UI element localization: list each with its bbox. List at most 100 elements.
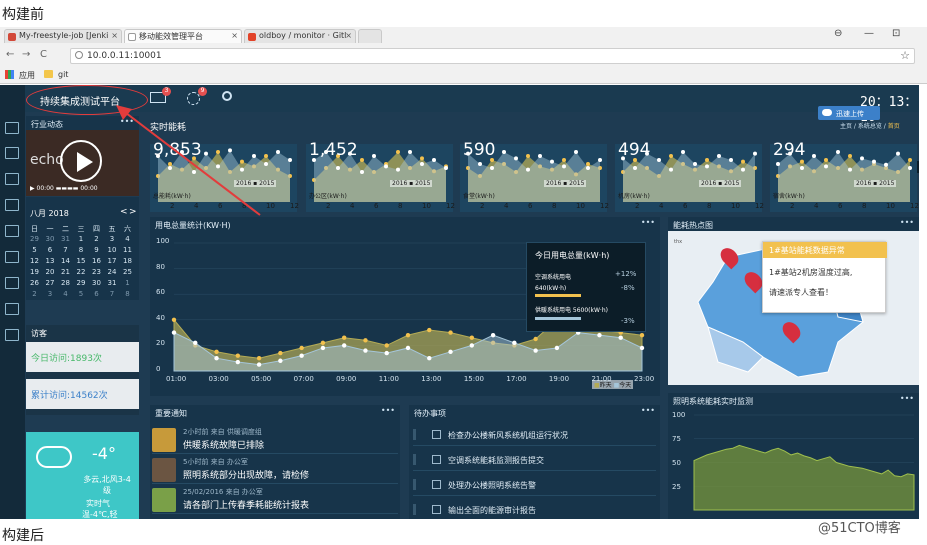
calendar-day[interactable]: 9 (90, 246, 103, 254)
video-controls[interactable]: ▶ 00:00 ▬▬▬▬ 00:00 (30, 185, 98, 192)
upload-button[interactable]: 迅速上传 (818, 106, 880, 120)
todo-checkbox[interactable] (432, 455, 441, 464)
grid-icon[interactable] (5, 173, 19, 185)
calendar-day[interactable]: 10 (106, 246, 119, 254)
calendar-day[interactable]: 3 (44, 290, 57, 298)
close-icon[interactable]: × (111, 31, 118, 40)
address-bar[interactable]: 10.0.0.11:10001 ☆ (70, 48, 915, 64)
calendar-day[interactable]: 18 (121, 257, 134, 265)
calendar-day[interactable]: 5 (28, 246, 41, 254)
calendar-weekday: 一 (46, 225, 54, 233)
calendar-day[interactable]: 30 (44, 235, 57, 243)
calendar-day[interactable]: 8 (121, 290, 134, 298)
folder-icon[interactable] (5, 277, 19, 289)
calendar-day[interactable]: 3 (106, 235, 119, 243)
close-icon[interactable]: × (231, 31, 238, 40)
calendar-day[interactable]: 20 (44, 268, 57, 276)
calendar-day[interactable]: 19 (28, 268, 41, 276)
notice-item[interactable]: 2小时前 来自 供暖调度组 供暖系统故障已排除 (152, 426, 398, 454)
todo-item[interactable]: 输出全面的能源审计报告 (413, 501, 656, 519)
apps-icon[interactable] (5, 70, 14, 79)
todo-item[interactable]: 处理办公楼照明系统告警 (413, 476, 656, 496)
calendar-day[interactable]: 4 (59, 290, 72, 298)
more-icon[interactable]: ••• (641, 406, 655, 415)
forward-button[interactable]: → (22, 49, 30, 60)
calendar-day[interactable]: 8 (75, 246, 88, 254)
data-point (469, 343, 475, 348)
calendar-day[interactable]: 31 (59, 235, 72, 243)
minimize-button[interactable]: — (864, 28, 874, 39)
back-button[interactable]: ← (6, 49, 14, 60)
calendar-day[interactable]: 15 (75, 257, 88, 265)
table-icon[interactable] (5, 329, 19, 341)
todo-checkbox[interactable] (432, 480, 441, 489)
calendar-day[interactable]: 27 (44, 279, 57, 287)
notice-item[interactable]: 5小时前 来自 办公室 照明系统部分出现故障，请检修 (152, 456, 398, 484)
more-icon[interactable]: ••• (641, 218, 655, 227)
new-tab-button[interactable] (358, 29, 382, 43)
home-icon[interactable] (5, 122, 19, 134)
calendar-day[interactable]: 6 (90, 290, 103, 298)
calendar-day[interactable]: 17 (106, 257, 119, 265)
calendar-day[interactable]: 7 (59, 246, 72, 254)
calendar-day[interactable]: 4 (121, 235, 134, 243)
device-icon[interactable] (5, 225, 19, 237)
text-icon[interactable] (5, 147, 19, 159)
search-icon[interactable] (222, 91, 232, 101)
todo-checkbox[interactable] (432, 430, 441, 439)
drag-handle[interactable] (413, 454, 416, 465)
close-icon[interactable]: × (345, 31, 352, 40)
account-icon[interactable]: ⊖ (834, 28, 842, 39)
more-icon[interactable]: ••• (381, 406, 395, 415)
tab-jenkins[interactable]: My-freestyle-job [Jenki × (4, 29, 122, 43)
maximize-button[interactable]: ⊡ (892, 28, 900, 39)
notice-item[interactable]: 25/02/2016 来自 办公室 请各部门上传春季耗能统计报表 (152, 486, 398, 514)
calendar-day[interactable]: 1 (121, 279, 134, 287)
todo-checkbox[interactable] (432, 505, 441, 514)
calendar-day[interactable]: 30 (90, 279, 103, 287)
calendar-day[interactable]: 2 (90, 235, 103, 243)
folder-icon (44, 70, 53, 78)
breadcrumb-overview[interactable]: 系统总览 (858, 123, 882, 130)
tab-gitlab[interactable]: oldboy / monitor · Gitl × (244, 29, 356, 43)
calendar-day[interactable]: 2 (28, 290, 41, 298)
calendar-day[interactable]: 13 (44, 257, 57, 265)
calendar-day[interactable]: 29 (75, 279, 88, 287)
breadcrumb-home[interactable]: 主页 (840, 123, 852, 130)
play-icon[interactable] (60, 140, 102, 182)
calendar-day[interactable]: 7 (106, 290, 119, 298)
more-icon[interactable]: ••• (900, 218, 914, 227)
calendar-day[interactable]: 14 (59, 257, 72, 265)
calendar-icon[interactable] (5, 303, 19, 315)
calendar-day[interactable]: 23 (90, 268, 103, 276)
drag-handle[interactable] (413, 504, 416, 515)
todo-item[interactable]: 空调系统能耗监测报告提交 (413, 451, 656, 471)
document-icon[interactable] (5, 199, 19, 211)
more-icon[interactable]: ••• (900, 394, 914, 403)
calendar-day[interactable]: 1 (75, 235, 88, 243)
calendar-day[interactable]: 29 (28, 235, 41, 243)
calendar-day[interactable]: 11 (121, 246, 134, 254)
bookmark-git[interactable]: git (58, 70, 68, 79)
calendar-day[interactable]: 16 (90, 257, 103, 265)
calendar-day[interactable]: 12 (28, 257, 41, 265)
calendar-day[interactable]: 24 (106, 268, 119, 276)
tag-icon[interactable] (5, 251, 19, 263)
calendar-day[interactable]: 28 (59, 279, 72, 287)
drag-handle[interactable] (413, 429, 416, 440)
tab-platform[interactable]: 移动能效管理平台 × (124, 29, 242, 43)
calendar-day[interactable]: 25 (121, 268, 134, 276)
data-point (341, 335, 347, 340)
calendar-day[interactable]: 6 (44, 246, 57, 254)
calendar-day[interactable]: 31 (106, 279, 119, 287)
calendar-day[interactable]: 22 (75, 268, 88, 276)
reload-button[interactable]: C (40, 49, 47, 60)
todo-item[interactable]: 检查办公楼新风系统机组运行状况 (413, 426, 656, 446)
drag-handle[interactable] (413, 479, 416, 490)
calendar-day[interactable]: 21 (59, 268, 72, 276)
calendar-day[interactable]: 5 (75, 290, 88, 298)
calendar-day[interactable]: 26 (28, 279, 41, 287)
x-tick: 11:00 (378, 375, 399, 383)
bookmark-star-icon[interactable]: ☆ (900, 49, 910, 62)
bookmark-apps[interactable]: 应用 (19, 70, 35, 81)
